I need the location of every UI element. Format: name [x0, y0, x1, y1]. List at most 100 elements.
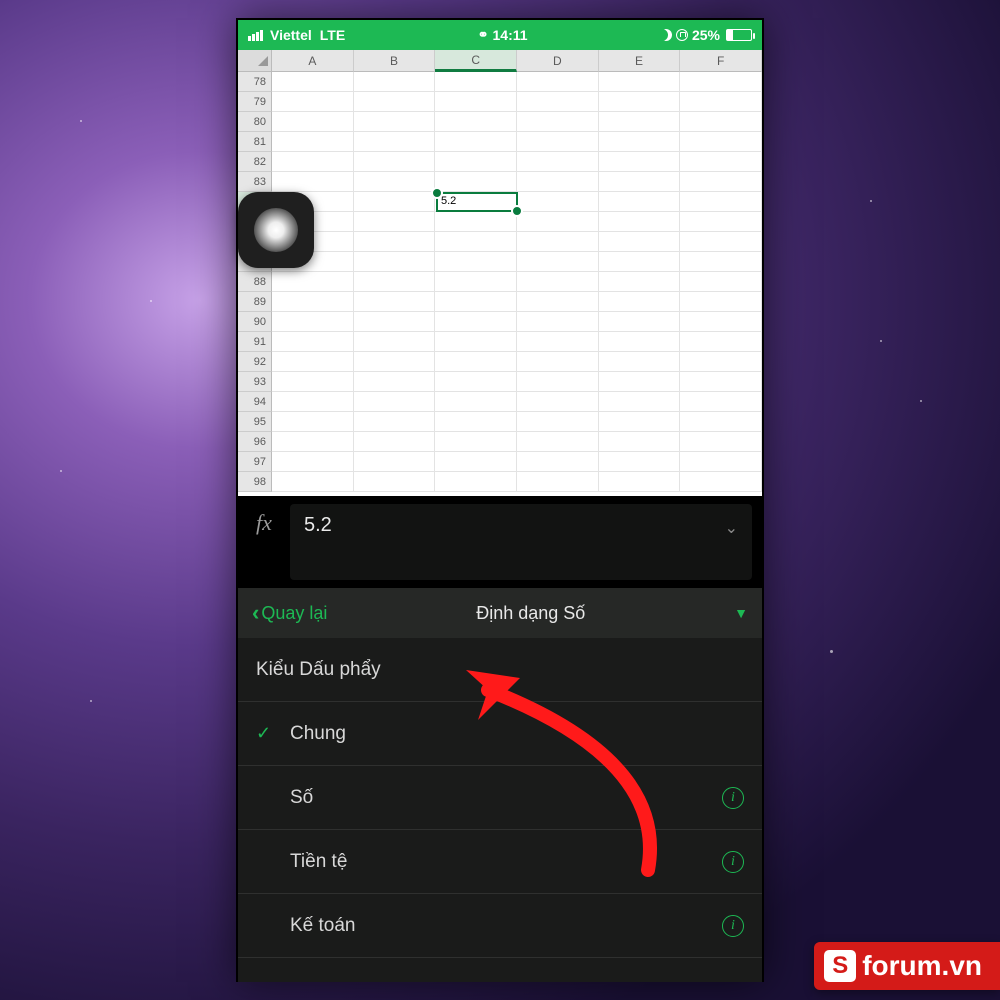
- cell[interactable]: [272, 72, 354, 92]
- format-option[interactable]: ✓Chung: [238, 702, 762, 766]
- selected-cell[interactable]: 5.2: [436, 192, 518, 212]
- cell[interactable]: [354, 152, 436, 172]
- panel-dropdown-icon[interactable]: ▼: [734, 605, 748, 621]
- cell[interactable]: [599, 92, 681, 112]
- row-header-93[interactable]: 93: [238, 372, 272, 392]
- cell[interactable]: [599, 472, 681, 492]
- row-header-78[interactable]: 78: [238, 72, 272, 92]
- cell[interactable]: [354, 212, 436, 232]
- cell[interactable]: [517, 192, 599, 212]
- cell[interactable]: [680, 452, 762, 472]
- cell[interactable]: [680, 232, 762, 252]
- row-header-81[interactable]: 81: [238, 132, 272, 152]
- cell[interactable]: [599, 352, 681, 372]
- cell[interactable]: [354, 272, 436, 292]
- cell[interactable]: [517, 232, 599, 252]
- format-option[interactable]: Kế toáni: [238, 894, 762, 958]
- cell[interactable]: [435, 132, 517, 152]
- cell[interactable]: [680, 152, 762, 172]
- row-header-98[interactable]: 98: [238, 472, 272, 492]
- cell[interactable]: [680, 472, 762, 492]
- cell[interactable]: [354, 252, 436, 272]
- cell[interactable]: [517, 332, 599, 352]
- cell[interactable]: [354, 392, 436, 412]
- cell[interactable]: [435, 412, 517, 432]
- cell[interactable]: [272, 392, 354, 412]
- cell[interactable]: [272, 92, 354, 112]
- cell[interactable]: [354, 292, 436, 312]
- cell[interactable]: [680, 432, 762, 452]
- cell[interactable]: [354, 112, 436, 132]
- cell[interactable]: [680, 172, 762, 192]
- cell[interactable]: [517, 392, 599, 412]
- cell[interactable]: [435, 152, 517, 172]
- cell[interactable]: [435, 92, 517, 112]
- row-header-89[interactable]: 89: [238, 292, 272, 312]
- cell[interactable]: [272, 332, 354, 352]
- row-header-90[interactable]: 90: [238, 312, 272, 332]
- cell[interactable]: [517, 252, 599, 272]
- cell[interactable]: [680, 352, 762, 372]
- column-header-D[interactable]: D: [517, 50, 599, 72]
- cell[interactable]: [517, 472, 599, 492]
- cell[interactable]: [517, 172, 599, 192]
- row-header-82[interactable]: 82: [238, 152, 272, 172]
- cell[interactable]: [599, 132, 681, 152]
- cell[interactable]: [272, 432, 354, 452]
- select-all-corner[interactable]: [238, 50, 272, 72]
- cell[interactable]: [599, 432, 681, 452]
- cell[interactable]: [435, 432, 517, 452]
- cell[interactable]: [354, 432, 436, 452]
- row-header-95[interactable]: 95: [238, 412, 272, 432]
- cell[interactable]: [517, 312, 599, 332]
- cell[interactable]: [680, 372, 762, 392]
- cell[interactable]: [354, 232, 436, 252]
- cell[interactable]: [680, 292, 762, 312]
- cell[interactable]: [354, 452, 436, 472]
- cell[interactable]: [272, 412, 354, 432]
- cell[interactable]: [354, 172, 436, 192]
- cell[interactable]: [599, 372, 681, 392]
- cell[interactable]: [435, 172, 517, 192]
- cell[interactable]: [435, 292, 517, 312]
- row-header-92[interactable]: 92: [238, 352, 272, 372]
- cell[interactable]: [517, 352, 599, 372]
- cell[interactable]: [435, 392, 517, 412]
- cell[interactable]: [599, 172, 681, 192]
- row-header-79[interactable]: 79: [238, 92, 272, 112]
- back-button[interactable]: ‹ Quay lại: [252, 600, 327, 626]
- cell[interactable]: [272, 132, 354, 152]
- cell[interactable]: [435, 252, 517, 272]
- cell[interactable]: [354, 332, 436, 352]
- cell[interactable]: [435, 332, 517, 352]
- row-header-91[interactable]: 91: [238, 332, 272, 352]
- cell[interactable]: [435, 312, 517, 332]
- info-icon[interactable]: i: [722, 787, 744, 809]
- cell[interactable]: [517, 152, 599, 172]
- cell[interactable]: [599, 232, 681, 252]
- cell[interactable]: [272, 352, 354, 372]
- cell[interactable]: [599, 332, 681, 352]
- cell[interactable]: [599, 312, 681, 332]
- row-header-88[interactable]: 88: [238, 272, 272, 292]
- cell[interactable]: [435, 212, 517, 232]
- row-header-83[interactable]: 83: [238, 172, 272, 192]
- cell[interactable]: [435, 472, 517, 492]
- cell[interactable]: [517, 292, 599, 312]
- cell[interactable]: [435, 452, 517, 472]
- cell[interactable]: [272, 452, 354, 472]
- cell[interactable]: [599, 112, 681, 132]
- cell[interactable]: [435, 352, 517, 372]
- cell[interactable]: [599, 412, 681, 432]
- cell[interactable]: [272, 272, 354, 292]
- cell[interactable]: [435, 272, 517, 292]
- formula-input[interactable]: 5.2 ⌄: [290, 504, 752, 580]
- column-header-F[interactable]: F: [680, 50, 762, 72]
- cell[interactable]: [435, 72, 517, 92]
- assistive-touch-button[interactable]: [238, 192, 314, 268]
- selection-handle-bottom-right[interactable]: [511, 205, 523, 217]
- cell[interactable]: [680, 312, 762, 332]
- cell[interactable]: [517, 72, 599, 92]
- cell[interactable]: [354, 312, 436, 332]
- format-option[interactable]: Tiền tệi: [238, 830, 762, 894]
